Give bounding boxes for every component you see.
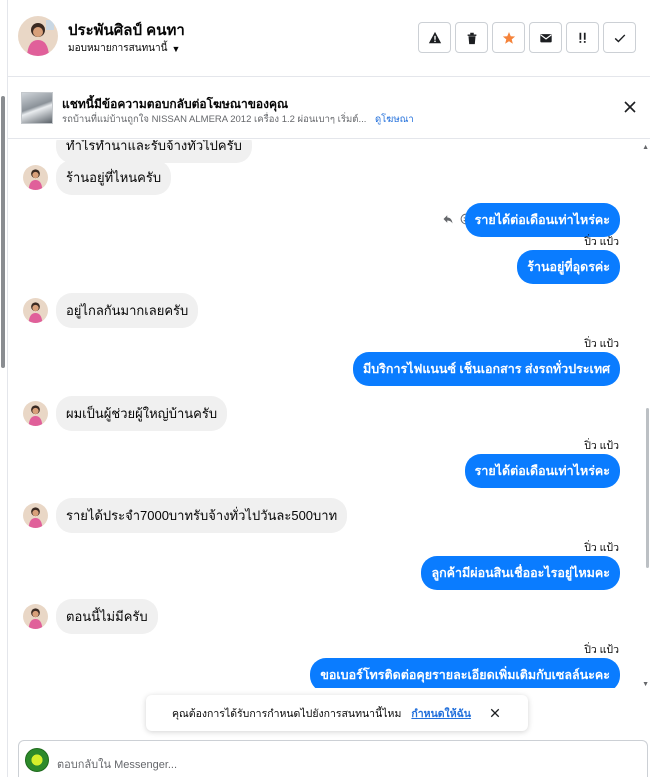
sender-avatar <box>23 165 48 190</box>
scroll-up-icon[interactable]: ▲ <box>642 144 649 151</box>
assign-label: มอบหมายการสนทนานี้ <box>68 43 168 54</box>
ad-description: รถบ้านที่แม่บ้านถูกใจ NISSAN ALMERA 2012… <box>62 114 367 125</box>
report-spam-button[interactable] <box>418 22 451 53</box>
priority-icon <box>579 32 586 43</box>
seen-receipt: ปิ่ว แป้ว <box>584 440 619 452</box>
message-incoming: ผมเป็นผู้ช่วยผู้ใหญ่บ้านครับ <box>23 396 228 431</box>
check-icon <box>614 33 625 42</box>
warning-icon <box>428 31 441 43</box>
reply-input-placeholder[interactable]: ตอบกลับใน Messenger... <box>57 755 177 773</box>
mark-done-button[interactable] <box>603 22 636 53</box>
assign-to-me-link[interactable]: กำหนดให้ฉัน <box>411 705 471 722</box>
outgoing-bubble[interactable]: ลูกค้ามีผ่อนสินเชื่ออะไรอยู่ไหมคะ <box>421 556 620 590</box>
header-actions <box>418 22 636 53</box>
message-incoming: รายได้ประจำ7000บาทรับจ้างทั่วไปวันละ500บ… <box>23 498 348 533</box>
outgoing-bubble[interactable]: ขอเบอร์โทรติดต่อคุยรายละเอียดเพิ่มเติมกั… <box>310 658 620 688</box>
contact-avatar[interactable] <box>18 16 58 56</box>
view-ad-link[interactable]: ดูโฆษณา <box>375 114 414 125</box>
left-scroll-rail[interactable] <box>0 0 8 777</box>
thread-scrollbar[interactable]: ▲ ▼ <box>642 140 650 688</box>
reply-icon[interactable] <box>442 213 454 225</box>
seen-receipt: ปิ่ว แป้ว <box>584 338 619 350</box>
incoming-bubble[interactable]: อยู่ไกลกันมากเลยครับ <box>56 293 199 328</box>
incoming-bubble[interactable]: ร้านอยู่ที่ไหนครับ <box>56 160 172 195</box>
scroll-down-icon[interactable]: ▼ <box>642 681 649 688</box>
incoming-bubble[interactable]: รายได้ประจำ7000บาทรับจ้างทั่วไปวันละ500บ… <box>56 498 348 533</box>
page-avatar <box>25 748 49 772</box>
sender-avatar <box>23 298 48 323</box>
message-incoming: ร้านอยู่ที่ไหนครับ <box>23 160 172 195</box>
assign-conversation-dropdown[interactable]: มอบหมายการสนทนานี้ ▼ <box>68 41 180 56</box>
conversation-header: ประพันศิลป์ คนทา มอบหมายการสนทนานี้ ▼ <box>8 0 650 77</box>
close-icon[interactable] <box>489 707 501 719</box>
close-icon[interactable] <box>622 99 638 115</box>
assign-prompt-toast: คุณต้องการได้รับการกำหนดไปยังการสนทนานี้… <box>146 695 528 731</box>
sender-avatar <box>23 604 48 629</box>
contact-name[interactable]: ประพันศิลป์ คนทา <box>68 18 185 42</box>
ad-thumbnail[interactable] <box>21 92 53 124</box>
ad-banner-subtitle: รถบ้านที่แม่บ้านถูกใจ NISSAN ALMERA 2012… <box>62 112 414 127</box>
follow-up-button[interactable] <box>566 22 599 53</box>
seen-receipt: ปิ่ว แป้ว <box>584 236 619 248</box>
delete-button[interactable] <box>455 22 488 53</box>
star-button[interactable] <box>492 22 525 53</box>
outgoing-bubble[interactable]: ร้านอยู่ที่อุดรค่ะ <box>517 250 620 284</box>
left-scroll-thumb[interactable] <box>1 96 5 368</box>
ad-reply-banner: แชทนี้มีข้อความตอบกลับต่อโฆษณาของคุณ รถบ… <box>8 77 650 139</box>
caret-down-icon: ▼ <box>171 43 181 54</box>
message-incoming: อยู่ไกลกันมากเลยครับ <box>23 293 199 328</box>
thread-scroll-thumb[interactable] <box>646 408 649 568</box>
seen-receipt: ปิ่ว แป้ว <box>584 542 619 554</box>
assign-prompt-text: คุณต้องการได้รับการกำหนดไปยังการสนทนานี้… <box>172 707 402 720</box>
reply-composer[interactable]: ตอบกลับใน Messenger... <box>18 740 648 777</box>
star-icon <box>502 31 515 44</box>
sender-avatar <box>23 503 48 528</box>
mail-icon <box>539 33 552 42</box>
outgoing-bubble[interactable]: รายได้ต่อเดือนเท่าไหร่คะ <box>464 454 620 488</box>
seen-receipt: ปิ่ว แป้ว <box>584 644 619 656</box>
outgoing-bubble[interactable]: มีบริการไฟแนนซ์ เช็นเอกสาร ส่งรถทั่วประเ… <box>353 352 620 386</box>
incoming-bubble[interactable]: ตอนนี้ไม่มีครับ <box>56 599 158 634</box>
trash-icon <box>467 32 476 44</box>
incoming-bubble[interactable]: ผมเป็นผู้ช่วยผู้ใหญ่บ้านครับ <box>56 396 228 431</box>
outgoing-bubble[interactable]: รายได้ต่อเดือนเท่าไหร่คะ <box>464 203 620 237</box>
mark-unread-button[interactable] <box>529 22 562 53</box>
message-thread[interactable]: ทำไรทำนาและรับจ้างทั่วไปครับ ร้านอยู่ที่… <box>8 140 650 688</box>
message-incoming: ตอนนี้ไม่มีครับ <box>23 599 158 634</box>
sender-avatar <box>23 401 48 426</box>
